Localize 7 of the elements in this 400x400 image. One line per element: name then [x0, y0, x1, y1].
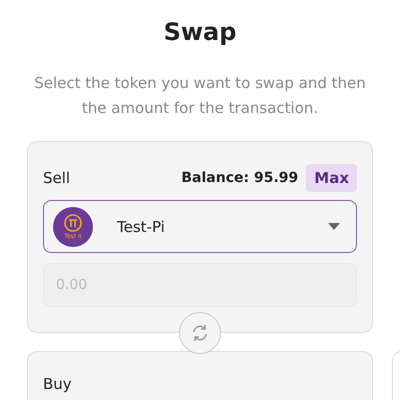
balance-text: Balance: 95.99	[181, 170, 298, 186]
section-label: Sell	[43, 169, 70, 187]
page-title: Swap	[162, 17, 238, 48]
max-button[interactable]: Max	[306, 164, 357, 192]
caret-icon	[328, 223, 340, 230]
instruction-text: Select the token you want to swap and then the amount for the transaction.	[33, 73, 367, 119]
section-label: Buy	[43, 375, 72, 393]
